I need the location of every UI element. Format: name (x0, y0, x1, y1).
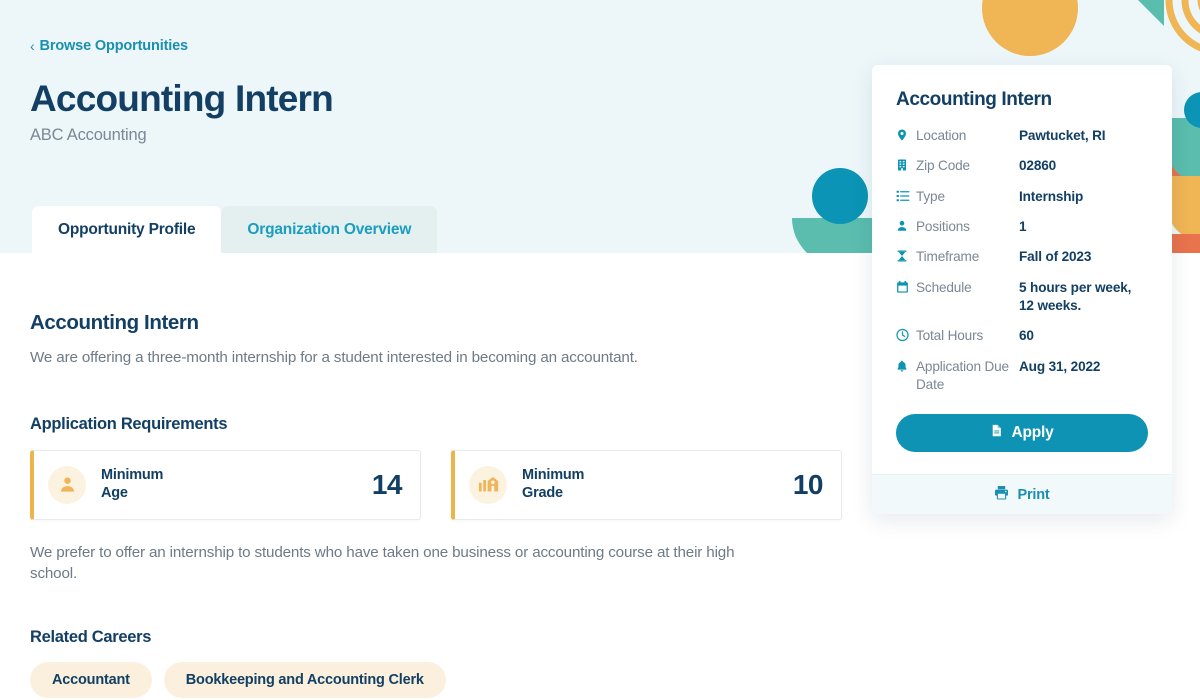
decorative-teal-triangle (1078, 0, 1164, 26)
tab-label: Organization Overview (247, 220, 412, 238)
apply-button-label: Apply (1011, 424, 1054, 442)
decorative-coral-half-disc-right (1168, 234, 1200, 253)
requirements-row: Minimum Age 14 Minimum Grade 10 (30, 449, 842, 520)
page-title: Accounting Intern (30, 78, 334, 119)
print-button[interactable]: Print (872, 474, 1172, 515)
detail-value: Aug 31, 2022 (1019, 358, 1101, 374)
detail-label: Location (916, 128, 967, 143)
requirement-label: Minimum Age (101, 467, 163, 503)
tab-bar: Opportunity Profile Organization Overvie… (32, 206, 438, 253)
person-icon (896, 218, 916, 233)
map-pin-icon (896, 127, 916, 142)
detail-row-schedule: Schedule 5 hours per week, 12 weeks. (896, 279, 1148, 316)
bell-icon (896, 358, 916, 373)
detail-value: 5 hours per week, 12 weeks. (1019, 279, 1132, 314)
detail-label: Positions (916, 219, 970, 235)
detail-label: Timeframe (916, 249, 980, 265)
detail-value: Fall of 2023 (1019, 249, 1092, 265)
main-content: Accounting Intern We are offering a thre… (0, 253, 872, 698)
detail-label: Total Hours (916, 328, 984, 344)
chevron-left-icon: ‹ (30, 38, 35, 54)
detail-row-location: Location Pawtucket, RI (896, 127, 1148, 145)
career-tag[interactable]: Accountant (30, 661, 152, 698)
requirements-note: We prefer to offer an internship to stud… (30, 543, 735, 583)
detail-row-total-hours: Total Hours 60 (896, 327, 1148, 345)
decorative-orange-circle (982, 0, 1078, 56)
opportunity-summary-card: Accounting Intern Location Pawtucket, RI (872, 65, 1172, 515)
requirement-label-line1: Minimum (101, 466, 164, 483)
application-requirements-heading: Application Requirements (30, 414, 228, 433)
building-icon (896, 157, 916, 172)
requirement-label-line2: Grade (522, 484, 563, 501)
print-button-label: Print (1017, 486, 1050, 503)
summary-card-title: Accounting Intern (896, 89, 1052, 110)
related-careers-heading: Related Careers (30, 627, 152, 646)
detail-row-application-due-date: Application Due Date Aug 31, 2022 (896, 358, 1148, 395)
detail-label: Type (916, 188, 945, 204)
decorative-blue-circle (812, 168, 868, 224)
decorative-concentric-rings-icon (1163, 0, 1200, 58)
tab-opportunity-profile[interactable]: Opportunity Profile (32, 206, 222, 253)
organization-name: ABC Accounting (30, 126, 147, 144)
opportunity-description: We are offering a three-month internship… (30, 349, 638, 366)
person-icon (48, 465, 86, 504)
detail-value: 60 (1019, 328, 1034, 344)
detail-label: Application Due Date (916, 358, 1009, 393)
decorative-yellow-half-disc-right (1168, 176, 1200, 240)
document-icon (990, 423, 1003, 443)
opportunity-heading: Accounting Intern (30, 311, 199, 334)
breadcrumb-browse-opportunities[interactable]: ‹ Browse Opportunities (30, 38, 188, 54)
printer-icon (994, 485, 1009, 504)
detail-row-timeframe: Timeframe Fall of 2023 (896, 248, 1148, 266)
requirement-label: Minimum Grade (522, 467, 584, 503)
detail-value: Internship (1019, 188, 1084, 204)
calendar-icon (896, 279, 916, 294)
detail-row-zip-code: Zip Code 02860 (896, 157, 1148, 175)
tab-organization-overview[interactable]: Organization Overview (221, 206, 438, 253)
detail-value: 02860 (1019, 158, 1057, 174)
requirement-label-line1: Minimum (522, 466, 585, 483)
career-tag[interactable]: Bookkeeping and Accounting Clerk (163, 661, 446, 698)
summary-card-body: Accounting Intern Location Pawtucket, RI (872, 65, 1172, 474)
requirement-value: 14 (371, 468, 403, 500)
requirement-card-minimum-grade: Minimum Grade 10 (451, 449, 842, 520)
detail-row-type: Type Internship (896, 188, 1148, 206)
related-careers-tags: Accountant Bookkeeping and Accounting Cl… (30, 661, 842, 698)
apply-button[interactable]: Apply (896, 414, 1148, 453)
detail-value: Pawtucket, RI (1019, 128, 1106, 143)
detail-label: Zip Code (916, 158, 970, 174)
requirement-label-line2: Age (101, 484, 128, 501)
detail-label: Schedule (916, 279, 972, 295)
detail-value: 1 (1019, 219, 1027, 235)
breadcrumb-label: Browse Opportunities (39, 38, 189, 54)
school-icon (469, 465, 507, 504)
hourglass-icon (896, 248, 916, 263)
opportunity-detail-page: ‹ Browse Opportunities Accounting Intern… (0, 0, 1200, 700)
detail-row-positions: Positions 1 (896, 218, 1148, 236)
list-icon (896, 188, 916, 203)
requirement-card-minimum-age: Minimum Age 14 (30, 449, 421, 520)
requirement-value: 10 (792, 468, 824, 500)
clock-icon (896, 327, 916, 342)
tab-label: Opportunity Profile (58, 220, 196, 238)
